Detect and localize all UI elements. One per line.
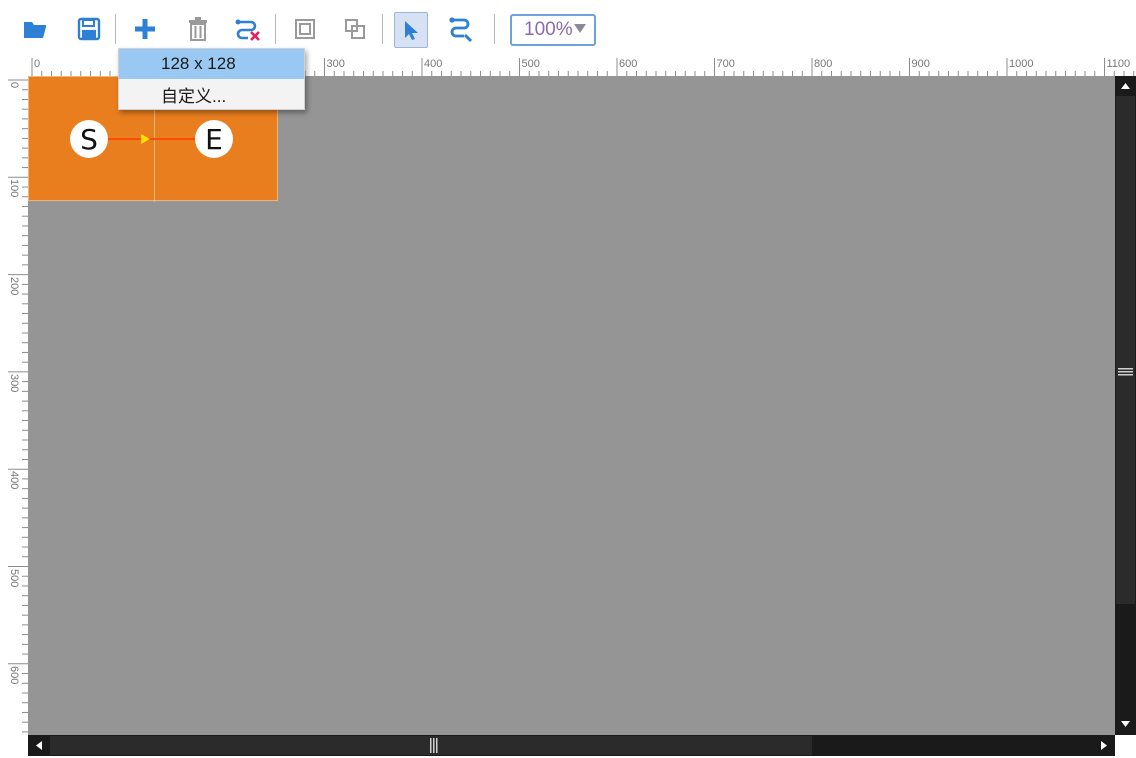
start-marker[interactable]: S <box>70 120 108 158</box>
path-tool-icon[interactable] <box>446 14 476 44</box>
dropdown-item-128[interactable]: 128 x 128 <box>119 49 304 79</box>
ruler-label: 100 <box>8 179 20 198</box>
end-marker-label: E <box>205 122 223 156</box>
copy-icon[interactable] <box>340 14 370 44</box>
map-canvas[interactable]: S E <box>28 76 1115 735</box>
ruler-label: 500 <box>8 568 20 587</box>
ruler-label: 0 <box>34 58 41 70</box>
chevron-down-icon <box>574 24 586 33</box>
ruler-label: 300 <box>8 373 20 393</box>
ruler-label: 1100 <box>1106 58 1131 70</box>
scroll-up-icon <box>1121 83 1130 89</box>
toolbar-separator <box>494 14 495 44</box>
vscroll-thumb[interactable] <box>1116 96 1135 604</box>
scroll-left-icon <box>36 741 42 750</box>
ruler-label: 400 <box>8 471 20 490</box>
ruler-label: 500 <box>521 58 540 70</box>
start-marker-label: S <box>80 122 98 156</box>
clear-path-icon[interactable] <box>233 14 263 44</box>
dropdown-item-custom[interactable]: 自定义... <box>119 79 304 109</box>
tile-size-dropdown: 128 x 128 自定义... <box>118 48 305 110</box>
ruler-label: 900 <box>911 58 930 70</box>
open-folder-icon[interactable] <box>20 14 50 44</box>
ruler-left: 0 100 200 300 400 500 600 <box>8 76 28 736</box>
ruler-label: 600 <box>619 58 638 70</box>
ruler-label: 600 <box>8 665 20 685</box>
pointer-tool-icon[interactable] <box>394 12 428 48</box>
scroll-right-icon <box>1101 741 1107 750</box>
toolbar-separator <box>275 14 276 44</box>
save-icon[interactable] <box>74 14 104 44</box>
scroll-down-icon <box>1121 721 1130 727</box>
ruler-label: 800 <box>814 58 833 70</box>
ruler-label: 0 <box>8 82 20 89</box>
add-icon[interactable] <box>130 14 160 44</box>
dropdown-item-label: 自定义... <box>161 86 227 106</box>
scroll-corner <box>1115 735 1136 756</box>
ruler-label: 700 <box>716 58 735 70</box>
select-all-icon[interactable] <box>290 14 320 44</box>
dropdown-item-label: 128 x 128 <box>161 54 236 73</box>
hscroll-thumb[interactable] <box>50 736 812 755</box>
end-marker[interactable]: E <box>195 120 233 158</box>
vertical-scrollbar[interactable] <box>1115 76 1136 735</box>
ruler-left-ticks <box>8 79 28 733</box>
toolbar-separator <box>382 14 383 44</box>
ruler-label: 400 <box>424 58 443 70</box>
ruler-label: 200 <box>8 276 20 295</box>
delete-icon[interactable] <box>183 14 213 44</box>
horizontal-scrollbar[interactable] <box>28 735 1115 756</box>
zoom-select[interactable]: 100% <box>510 14 596 46</box>
toolbar-separator <box>115 14 116 44</box>
zoom-value: 100% <box>524 19 573 40</box>
ruler-label: 1000 <box>1009 58 1034 70</box>
ruler-label: 300 <box>326 58 345 70</box>
